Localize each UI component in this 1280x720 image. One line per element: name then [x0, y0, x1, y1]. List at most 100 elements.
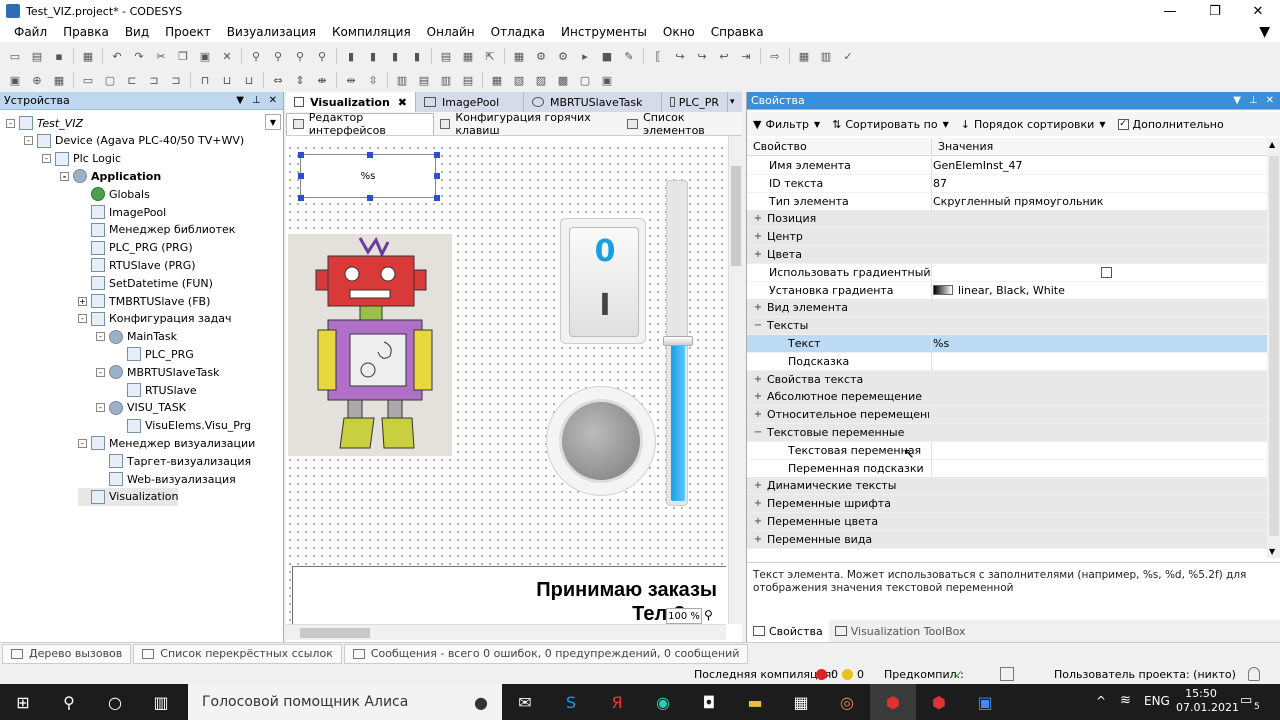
voice-assistant-search[interactable]: Голосовой помощник Алиса ●: [188, 684, 502, 720]
tree-item[interactable]: VisuElems.Visu_Prg: [114, 417, 251, 435]
property-group-row[interactable]: + Динамические тексты: [747, 477, 1267, 496]
tree-item[interactable]: PLC_PRG: [114, 345, 194, 363]
property-group-row[interactable]: + Переменные шрифта: [747, 495, 1267, 514]
compile-counts[interactable]: 0 0: [812, 668, 864, 681]
tree-item[interactable]: + TMBRTUSlave (FB): [78, 292, 210, 310]
menu-debug[interactable]: Отладка: [483, 25, 553, 39]
menu-window[interactable]: Окно: [655, 25, 703, 39]
project-user-icon[interactable]: [1000, 667, 1014, 681]
tree-item[interactable]: ImagePool: [78, 203, 166, 221]
tab-overflow-button[interactable]: ▾: [728, 92, 742, 112]
scroll-thumb[interactable]: [731, 166, 741, 266]
menu-build[interactable]: Компиляция: [324, 25, 419, 39]
property-row[interactable]: ID текста 87: [747, 174, 1267, 193]
property-row[interactable]: Установка градиента linear, Black, White: [747, 281, 1267, 300]
edge-icon[interactable]: ◉: [640, 684, 686, 720]
filter-button[interactable]: ▼ Фильтр ▼: [753, 118, 820, 131]
calculator-icon[interactable]: ▦: [778, 684, 824, 720]
editor-vertical-scrollbar[interactable]: [728, 136, 742, 624]
tree-item[interactable]: RTUSlave (PRG): [78, 256, 196, 274]
property-group-row[interactable]: + Позиция: [747, 210, 1267, 229]
tree-item[interactable]: Globals: [78, 185, 150, 203]
export-icon[interactable]: ⇱: [481, 48, 499, 64]
tree-item[interactable]: - Application: [60, 167, 161, 185]
tray-lang[interactable]: ENG: [1144, 694, 1170, 708]
ungroup-elements-icon[interactable]: ▧: [510, 72, 528, 88]
collapse-icon[interactable]: -: [96, 403, 105, 413]
collapse-icon[interactable]: -: [24, 136, 33, 146]
expand-icon[interactable]: +: [753, 480, 763, 491]
codesys-second-taskbar-icon[interactable]: ⬢: [916, 684, 962, 720]
align-top-icon[interactable]: ⊓: [196, 72, 214, 88]
banner-element[interactable]: Принимаю заказы Тел:8: [292, 566, 726, 624]
find-previous-icon[interactable]: ⚲: [313, 48, 331, 64]
selection-handle[interactable]: [434, 173, 440, 179]
notifications-icon[interactable]: ▭: [1240, 693, 1252, 708]
rounded-rectangle-element[interactable]: %s: [300, 154, 436, 198]
cut-icon[interactable]: ✂: [152, 48, 170, 64]
property-value[interactable]: Скругленный прямоугольник: [933, 195, 1103, 208]
yandex-browser-icon[interactable]: Я: [594, 684, 640, 720]
delete-icon[interactable]: ✕: [218, 48, 236, 64]
distribute-h-icon[interactable]: ⇹: [342, 72, 360, 88]
send-back-icon[interactable]: ▤: [415, 72, 433, 88]
property-row[interactable]: Использовать градиентный ц...: [747, 263, 1267, 282]
wifi-icon[interactable]: ≋: [1120, 693, 1131, 708]
round-lamp-button[interactable]: [546, 386, 656, 496]
property-group-row[interactable]: + Относительное перемещение: [747, 406, 1267, 425]
tab-mbrtuslavetask[interactable]: MBRTUSlaveTask: [524, 92, 662, 112]
collapse-icon[interactable]: -: [6, 118, 15, 128]
menu-project[interactable]: Проект: [157, 25, 219, 39]
grid-icon[interactable]: ▦: [50, 72, 68, 88]
tree-item[interactable]: - Менеджер визуализации: [78, 434, 255, 452]
property-value[interactable]: [933, 266, 1116, 278]
collapse-icon[interactable]: -: [78, 314, 87, 324]
property-group-row[interactable]: + Переменные вида: [747, 530, 1267, 549]
minimize-button[interactable]: —: [1150, 0, 1190, 22]
funnel-icon[interactable]: ▼: [1259, 24, 1270, 40]
expand-icon[interactable]: +: [753, 302, 763, 313]
step-into-icon[interactable]: ↪: [693, 48, 711, 64]
collapse-icon[interactable]: -: [96, 332, 105, 342]
codesys-taskbar-icon[interactable]: ⬢: [870, 684, 916, 720]
selection-handle[interactable]: [367, 195, 373, 201]
collapse-icon[interactable]: -: [78, 438, 87, 448]
align-left-icon[interactable]: ⊏: [123, 72, 141, 88]
microphone-icon[interactable]: ●: [474, 693, 488, 712]
maximize-button[interactable]: ❐: [1195, 0, 1235, 22]
windows-start-icon[interactable]: ⊞: [0, 684, 46, 720]
pin-icon[interactable]: ⊥: [1249, 95, 1258, 106]
lock-icon[interactable]: ▩: [554, 72, 572, 88]
checkbox-checked-icon[interactable]: ✓: [1117, 118, 1129, 130]
task-view-icon[interactable]: ▥: [138, 684, 184, 720]
zoom-level[interactable]: 100 %: [666, 608, 702, 624]
panel-close-icon[interactable]: ✕: [269, 95, 277, 106]
advanced-checkbox[interactable]: ✓ Дополнительно: [1117, 118, 1224, 131]
tab-properties[interactable]: Свойства: [747, 620, 829, 642]
property-value[interactable]: linear, Black, White: [933, 284, 1065, 297]
pin-icon[interactable]: ⊥: [252, 95, 261, 106]
tree-item[interactable]: - MainTask: [96, 328, 177, 346]
property-value[interactable]: 87: [933, 177, 947, 190]
mail-icon[interactable]: ✉: [502, 684, 548, 720]
scroll-down-icon[interactable]: ▼: [1269, 547, 1275, 556]
group-icon[interactable]: ▢: [101, 72, 119, 88]
same-width-icon[interactable]: ⇔: [269, 72, 287, 88]
tree-item[interactable]: - Device (Agava PLC-40/50 TV+WV): [24, 132, 244, 150]
expand-icon[interactable]: +: [753, 534, 763, 545]
tree-item[interactable]: SetDatetime (FUN): [78, 274, 213, 292]
expand-icon[interactable]: +: [753, 374, 763, 385]
property-row[interactable]: Текстовая переменная: [747, 441, 1267, 460]
run-to-cursor-icon[interactable]: ⇥: [737, 48, 755, 64]
tree-item[interactable]: - MBRTUSlaveTask: [96, 363, 219, 381]
add-object-icon[interactable]: ▦: [459, 48, 477, 64]
expand-icon[interactable]: +: [753, 498, 763, 509]
print-icon[interactable]: ▦: [79, 48, 97, 64]
editor-horizontal-scrollbar[interactable]: [286, 624, 726, 640]
expand-icon[interactable]: +: [753, 516, 763, 527]
distribute-v-icon[interactable]: ⇳: [364, 72, 382, 88]
property-group-row[interactable]: + Переменные цвета: [747, 513, 1267, 531]
tree-item[interactable]: - Test_VIZ: [6, 114, 83, 132]
expand-icon[interactable]: +: [753, 409, 763, 420]
precompile-ok-icon[interactable]: ✓: [954, 668, 963, 681]
